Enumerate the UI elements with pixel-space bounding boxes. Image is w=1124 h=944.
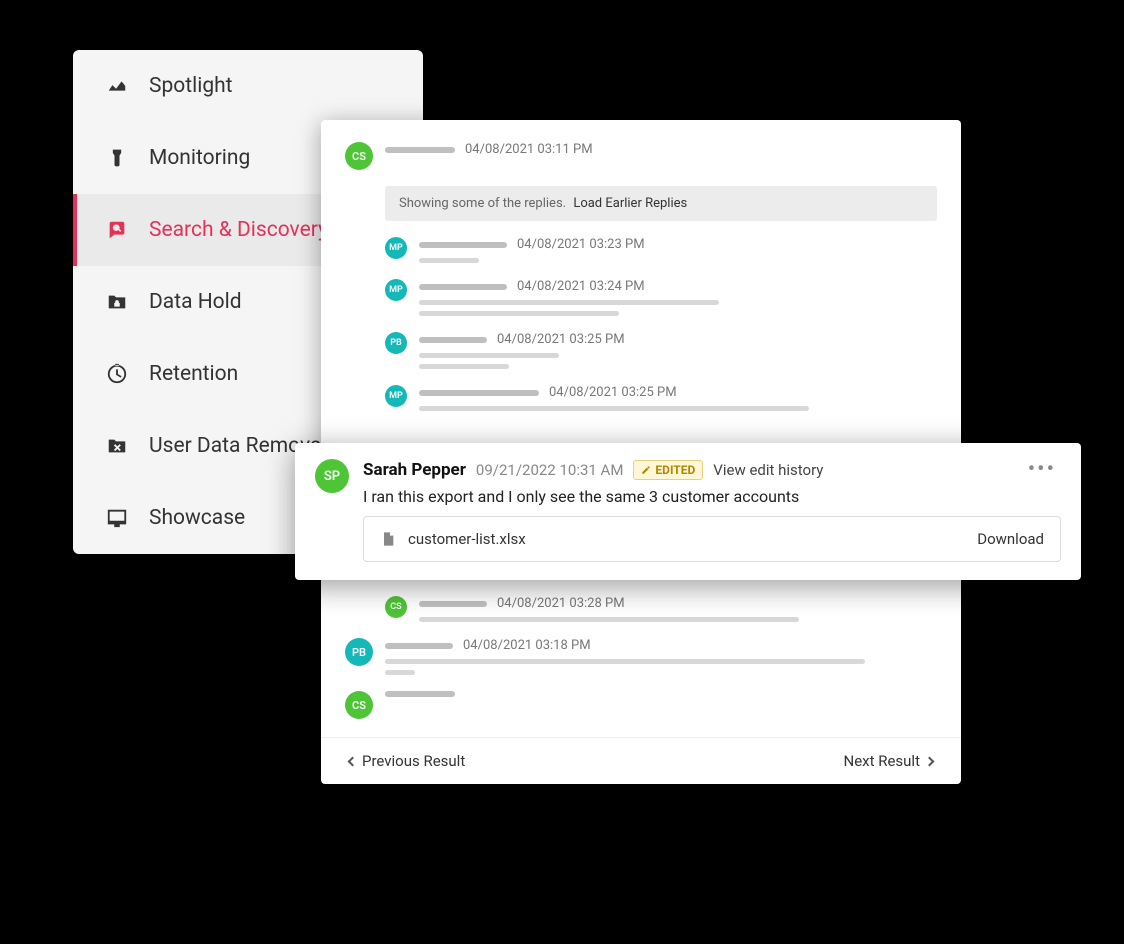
author-placeholder	[419, 337, 487, 343]
message-header: 04/08/2021 03:18 PM	[385, 638, 937, 653]
message-header: 04/08/2021 03:11 PM	[385, 142, 937, 157]
message-timestamp: 04/08/2021 03:11 PM	[465, 142, 593, 157]
author-placeholder	[419, 601, 487, 607]
message-row[interactable]: PB 04/08/2021 03:25 PM	[385, 324, 937, 377]
text-placeholder	[419, 258, 479, 263]
pager-label: Next Result	[844, 752, 921, 770]
lock-folder-icon	[105, 290, 129, 314]
message-timestamp: 04/08/2021 03:25 PM	[549, 385, 677, 400]
previous-result-button[interactable]: Previous Result	[349, 752, 465, 770]
attachment: customer-list.xlsx Download	[363, 516, 1061, 562]
search-bubble-icon	[105, 218, 129, 242]
message-row[interactable]: CS 04/08/2021 03:11 PM	[345, 134, 937, 178]
message-header: 04/08/2021 03:28 PM	[419, 596, 937, 611]
message-body: 04/08/2021 03:18 PM	[385, 638, 937, 675]
sidebar-item-label: Spotlight	[149, 74, 233, 98]
message-timestamp: 04/08/2021 03:24 PM	[517, 279, 645, 294]
analytics-icon	[105, 74, 129, 98]
message-timestamp: 04/08/2021 03:28 PM	[497, 596, 625, 611]
avatar: PB	[385, 332, 407, 354]
text-placeholder	[385, 670, 415, 675]
text-placeholder	[419, 364, 509, 369]
clock-check-icon	[105, 362, 129, 386]
download-button[interactable]: Download	[977, 530, 1044, 548]
message-timestamp: 04/08/2021 03:25 PM	[497, 332, 625, 347]
pager: Previous Result Next Result	[321, 737, 961, 784]
message-body: 04/08/2021 03:24 PM	[419, 279, 937, 316]
flashlight-icon	[105, 146, 129, 170]
avatar: CS	[345, 691, 373, 719]
avatar: MP	[385, 237, 407, 259]
sidebar-item-label: Showcase	[149, 506, 245, 530]
message-header: 04/08/2021 03:24 PM	[419, 279, 937, 294]
sidebar-item-label: Search & Discovery	[149, 218, 328, 242]
message-timestamp: 04/08/2021 03:18 PM	[463, 638, 591, 653]
load-earlier-replies-link[interactable]: Load Earlier Replies	[570, 196, 687, 211]
message-row[interactable]: MP 04/08/2021 03:24 PM	[385, 271, 937, 324]
author-placeholder	[385, 691, 455, 697]
author-placeholder	[419, 390, 539, 396]
edited-badge: EDITED	[633, 460, 703, 480]
edited-label: EDITED	[655, 463, 695, 477]
message-header: Sarah Pepper 09/21/2022 10:31 AM EDITED …	[363, 459, 1061, 481]
replies-bar: Showing some of the replies. Load Earlie…	[385, 186, 937, 221]
avatar: MP	[385, 279, 407, 301]
text-placeholder	[419, 311, 619, 316]
message-detail-body: Sarah Pepper 09/21/2022 10:31 AM EDITED …	[363, 459, 1061, 562]
message-row[interactable]: PB 04/08/2021 03:18 PM	[345, 630, 937, 683]
message-detail: SP Sarah Pepper 09/21/2022 10:31 AM EDIT…	[295, 443, 1081, 580]
avatar: SP	[315, 459, 349, 493]
message-timestamp: 09/21/2022 10:31 AM	[476, 461, 624, 479]
chevron-left-icon	[348, 756, 358, 766]
monitor-icon	[105, 506, 129, 530]
sidebar-item-label: Retention	[149, 362, 238, 386]
author-placeholder	[419, 284, 507, 290]
message-text: I ran this export and I only see the sam…	[363, 487, 1061, 506]
message-header: 04/08/2021 03:25 PM	[419, 385, 937, 400]
file-icon	[380, 529, 396, 549]
next-result-button[interactable]: Next Result	[844, 752, 934, 770]
text-placeholder	[419, 617, 799, 622]
avatar: MP	[385, 385, 407, 407]
avatar: CS	[385, 596, 407, 618]
avatar: CS	[345, 142, 373, 170]
sidebar-item-label: Data Hold	[149, 290, 242, 314]
author-placeholder	[385, 643, 453, 649]
more-actions-button[interactable]: •••	[1023, 459, 1061, 481]
replies-bar-text: Showing some of the replies.	[399, 196, 566, 211]
message-row[interactable]: MP 04/08/2021 03:25 PM	[385, 377, 937, 419]
message-row[interactable]: CS	[345, 683, 937, 727]
sidebar-item-label: Monitoring	[149, 146, 250, 170]
text-placeholder	[419, 353, 559, 358]
chevron-right-icon	[925, 756, 935, 766]
pencil-icon	[641, 465, 651, 475]
delete-folder-icon	[105, 434, 129, 458]
author-name: Sarah Pepper	[363, 460, 466, 480]
message-header	[385, 691, 937, 697]
message-timestamp: 04/08/2021 03:23 PM	[517, 237, 645, 252]
author-placeholder	[419, 242, 507, 248]
message-body: 04/08/2021 03:23 PM	[419, 237, 937, 263]
text-placeholder	[419, 406, 809, 411]
attachment-filename: customer-list.xlsx	[408, 530, 526, 548]
message-row[interactable]: MP 04/08/2021 03:23 PM	[385, 229, 937, 271]
sidebar-item-spotlight[interactable]: Spotlight	[73, 50, 423, 122]
message-header: 04/08/2021 03:23 PM	[419, 237, 937, 252]
message-body: 04/08/2021 03:25 PM	[419, 332, 937, 369]
text-placeholder	[385, 659, 865, 664]
message-header: 04/08/2021 03:25 PM	[419, 332, 937, 347]
avatar: PB	[345, 638, 373, 666]
message-row[interactable]: CS 04/08/2021 03:28 PM	[385, 588, 937, 630]
message-body: 04/08/2021 03:25 PM	[419, 385, 937, 411]
view-edit-history-link[interactable]: View edit history	[713, 461, 823, 479]
text-placeholder	[419, 300, 719, 305]
message-body	[385, 691, 937, 719]
message-body: 04/08/2021 03:28 PM	[419, 596, 937, 622]
message-body: 04/08/2021 03:11 PM	[385, 142, 937, 170]
pager-label: Previous Result	[362, 752, 465, 770]
author-placeholder	[385, 147, 455, 153]
